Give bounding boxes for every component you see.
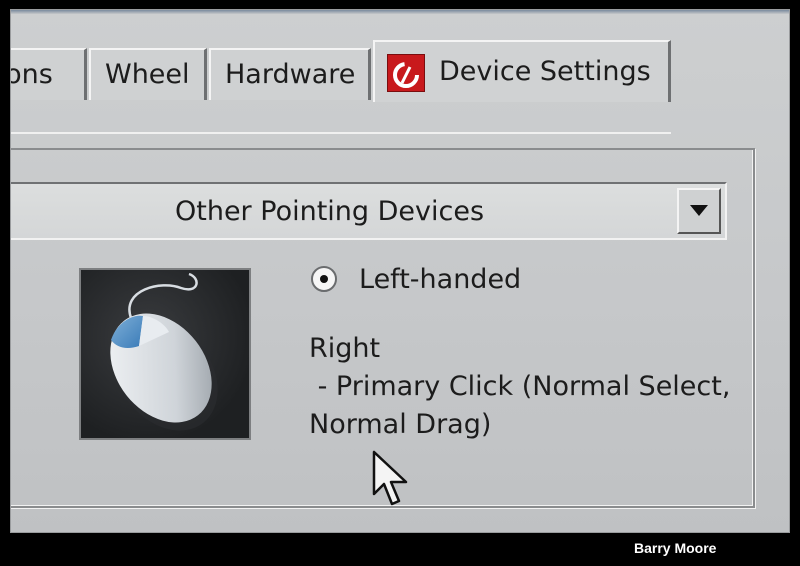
window-top-edge: [11, 10, 789, 14]
device-select[interactable]: Other Pointing Devices: [11, 182, 727, 240]
description-line: - Primary Click (Normal Select,: [309, 371, 731, 402]
tab-hardware[interactable]: Hardware: [209, 48, 371, 100]
tab-label: Device Settings: [439, 56, 651, 87]
mouse-preview-image: [79, 268, 251, 440]
chevron-down-icon: [690, 205, 708, 216]
left-handed-label: Left-handed: [359, 264, 522, 295]
tab-label: Hardware: [225, 59, 356, 90]
description-line: Normal Drag): [309, 409, 492, 440]
mouse-pointer-icon: [371, 450, 411, 516]
tab-wheel[interactable]: Wheel: [89, 48, 207, 100]
description-line: Right: [309, 333, 381, 364]
properties-window: tions Wheel Hardware Device Settings Oth…: [10, 9, 790, 533]
mouse-icon: [110, 272, 218, 431]
left-handed-radio[interactable]: [311, 266, 337, 292]
tab-label: tions: [11, 59, 53, 90]
tab-buttons[interactable]: tions: [11, 48, 87, 100]
tab-device-settings[interactable]: Device Settings: [373, 40, 671, 102]
synaptics-logo-icon: [387, 54, 425, 92]
photo-credit: Barry Moore: [634, 540, 717, 556]
tab-strip: tions Wheel Hardware Device Settings: [11, 40, 789, 134]
tab-label: Wheel: [105, 59, 190, 90]
tab-divider: [11, 132, 671, 134]
dropdown-button[interactable]: [677, 188, 721, 234]
device-select-value: Other Pointing Devices: [175, 196, 485, 227]
button-assignment-description: Right - Primary Click (Normal Select, No…: [309, 330, 730, 444]
